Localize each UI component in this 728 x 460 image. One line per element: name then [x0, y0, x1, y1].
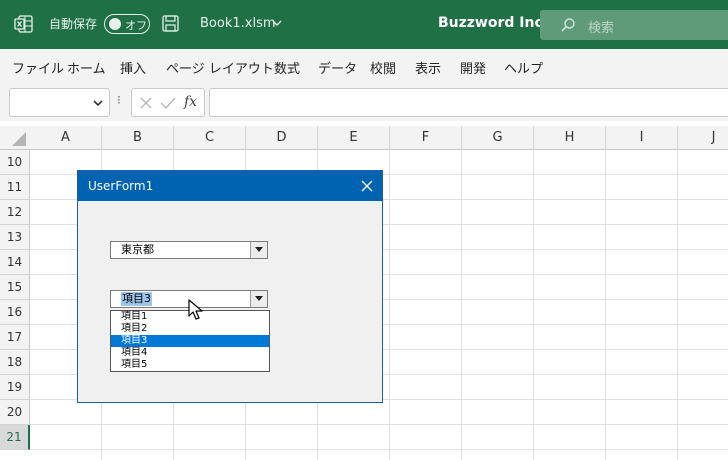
company-name: Buzzword Inc. [438, 15, 549, 31]
menu-review[interactable]: 校閲 [370, 58, 396, 77]
cancel-icon[interactable] [139, 96, 153, 110]
gridline [605, 150, 606, 460]
menu-help[interactable]: ヘルプ [504, 58, 543, 77]
gridline [461, 150, 462, 460]
column-header-i[interactable]: I [606, 126, 678, 150]
dropdown-arrow-icon [255, 296, 263, 301]
autosave-toggle[interactable]: オフ [104, 14, 150, 34]
column-header-d[interactable]: D [246, 126, 318, 150]
search-box[interactable]: 検索 [540, 10, 728, 40]
autosave-label: 自動保存 [49, 17, 98, 31]
ribbon-menu: ファイル ホーム 挿入 ページ レイアウト 数式 データ 校閲 表示 開発 ヘル… [0, 49, 728, 83]
formula-buttons: fx [131, 88, 205, 117]
menu-home[interactable]: ホーム [67, 58, 106, 77]
userform-title: UserForm1 [88, 179, 154, 193]
excel-app-icon[interactable] [14, 14, 34, 34]
combobox-dropdown-button[interactable] [250, 242, 267, 258]
menu-data[interactable]: データ [318, 58, 357, 77]
column-header-c[interactable]: C [174, 126, 246, 150]
row-header-18[interactable]: 18 [0, 350, 30, 375]
name-box[interactable] [9, 88, 110, 117]
menu-formulas[interactable]: 数式 [274, 58, 300, 77]
formula-bar-splitter[interactable]: ⁝ [117, 93, 121, 107]
row-header-16[interactable]: 16 [0, 300, 30, 325]
column-header-row: A B C D E F G H I J [0, 126, 728, 150]
save-icon[interactable] [162, 15, 179, 32]
gridline [677, 150, 678, 460]
column-header-g[interactable]: G [462, 126, 534, 150]
column-header-a[interactable]: A [30, 126, 102, 150]
column-header-b[interactable]: B [102, 126, 174, 150]
formula-bar: ⁝ fx [0, 83, 728, 121]
menu-view[interactable]: 表示 [415, 58, 441, 77]
dropdown-arrow-icon [255, 247, 263, 252]
column-header-f[interactable]: F [390, 126, 462, 150]
dropdown-option[interactable]: 項目2 [111, 323, 269, 335]
column-header-j[interactable]: J [678, 126, 728, 150]
menu-developer[interactable]: 開発 [460, 58, 486, 77]
file-name[interactable]: Book1.xlsm [200, 16, 276, 31]
chevron-down-icon[interactable] [93, 100, 103, 107]
row-header-13[interactable]: 13 [0, 225, 30, 250]
combobox-prefecture[interactable]: 東京都 [110, 241, 268, 259]
combobox-dropdown-button[interactable] [250, 291, 267, 307]
insert-function-icon[interactable]: fx [184, 94, 197, 110]
search-placeholder: 検索 [588, 21, 615, 36]
column-header-h[interactable]: H [534, 126, 606, 150]
dropdown-option-selected[interactable]: 項目3 [111, 335, 269, 347]
row-header-21[interactable]: 21 [0, 425, 30, 450]
title-bar: 自動保存 オフ Book1.xlsm Buzzword Inc. 検索 [0, 0, 728, 49]
userform-window: UserForm1 東京都 項目3 項目1 項目2 項目3 項目4 項目5 [77, 170, 383, 403]
combobox-items-value: 項目3 [121, 292, 152, 306]
menu-page-layout[interactable]: ページ レイアウト [166, 58, 274, 77]
formula-input[interactable] [209, 88, 728, 117]
row-header-11[interactable]: 11 [0, 175, 30, 200]
column-header-e[interactable]: E [318, 126, 390, 150]
enter-check-icon[interactable] [160, 96, 176, 110]
chevron-down-icon[interactable] [272, 19, 282, 27]
dropdown-option[interactable]: 項目5 [111, 359, 269, 371]
close-icon[interactable] [361, 180, 373, 192]
autosave-state: オフ [125, 19, 147, 32]
row-header-19[interactable]: 19 [0, 375, 30, 400]
gridline [389, 150, 390, 460]
combobox-prefecture-value: 東京都 [121, 243, 154, 256]
gridline [533, 150, 534, 460]
dropdown-option[interactable]: 項目4 [111, 347, 269, 359]
gridline [30, 424, 728, 425]
gridline [30, 449, 728, 450]
row-header-15[interactable]: 15 [0, 275, 30, 300]
row-header-10[interactable]: 10 [0, 150, 30, 175]
row-header-14[interactable]: 14 [0, 250, 30, 275]
mouse-cursor-icon [188, 299, 203, 320]
userform-title-bar[interactable]: UserForm1 [78, 171, 382, 201]
menu-file[interactable]: ファイル [12, 58, 64, 77]
select-all-corner[interactable] [0, 126, 30, 150]
menu-insert[interactable]: 挿入 [120, 58, 146, 77]
row-header-17[interactable]: 17 [0, 325, 30, 350]
toggle-knob [109, 18, 121, 30]
row-header-20[interactable]: 20 [0, 400, 30, 425]
search-icon [561, 18, 575, 32]
row-header-12[interactable]: 12 [0, 200, 30, 225]
